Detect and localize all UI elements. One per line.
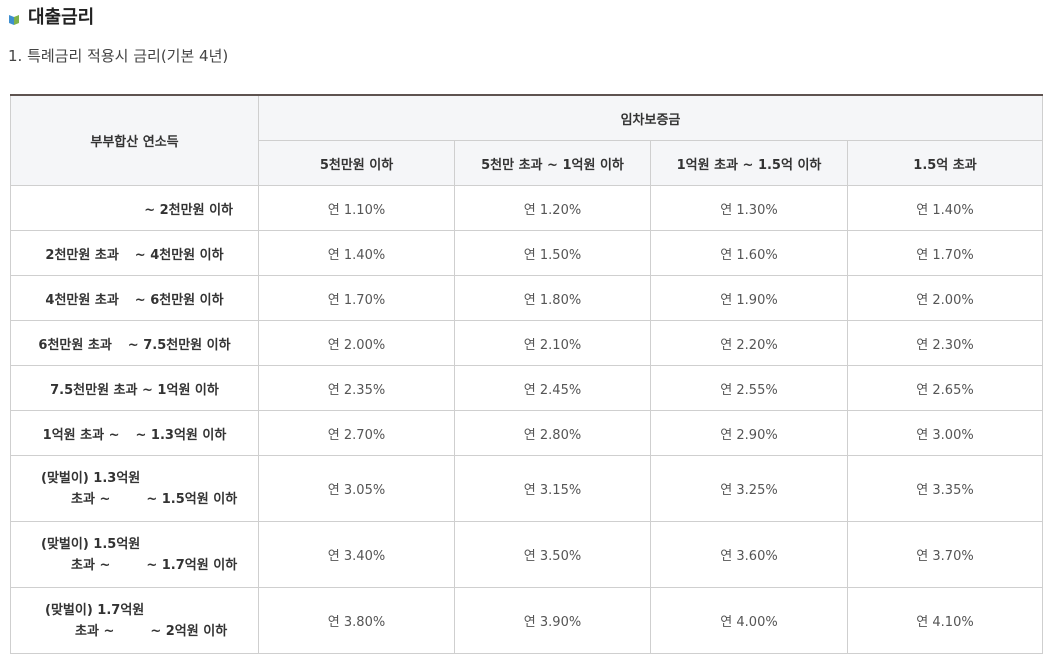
rate-cell: 연 3.05% [258, 455, 455, 522]
income-upper: ~ 6천만원 이하 [134, 292, 224, 308]
page-title: 대출금리 [28, 7, 95, 28]
rate-cell: 연 3.35% [847, 455, 1043, 522]
table-row: (맞벌이) 1.3억원 초과 ~ ~ 1.5억원 이하 연 3.05% 연 3.1… [10, 455, 1043, 522]
income-lower: 1억원 초과 ~ [42, 427, 120, 443]
rate-cell: 연 3.60% [650, 521, 848, 588]
rate-cell: 연 1.60% [650, 230, 848, 276]
table-row: (맞벌이) 1.5억원 초과 ~ ~ 1.7억원 이하 연 3.40% 연 3.5… [10, 521, 1043, 588]
rate-cell: 연 4.00% [650, 587, 848, 654]
table-row: 6천만원 초과 ~ 7.5천만원 이하 연 2.00% 연 2.10% 연 2.2… [10, 320, 1043, 366]
income-lower: 7.5천만원 초과 [50, 382, 138, 398]
column-header: 1.5억 초과 [847, 140, 1043, 186]
column-header: 5천만 초과 ~ 1억원 이하 [454, 140, 651, 186]
income-over: 초과 ~ [71, 557, 111, 573]
income-cell: (맞벌이) 1.3억원 초과 ~ ~ 1.5억원 이하 [10, 455, 259, 522]
table-row: ~ 2천만원 이하 연 1.10% 연 1.20% 연 1.30% 연 1.40… [10, 185, 1043, 231]
rate-cell: 연 2.55% [650, 365, 848, 411]
rate-cell: 연 3.80% [258, 587, 455, 654]
income-lower: (맞벌이) 1.5억원 [41, 536, 141, 552]
income-cell: 2천만원 초과 ~ 4천만원 이하 [10, 230, 259, 276]
section-heading: 대출금리 [8, 3, 94, 29]
income-header: 부부합산 연소득 [10, 94, 259, 186]
rate-cell: 연 2.65% [847, 365, 1043, 411]
rate-cell: 연 2.45% [454, 365, 651, 411]
rate-cell: 연 2.30% [847, 320, 1043, 366]
income-cell: 7.5천만원 초과 ~ 1억원 이하 [10, 365, 259, 411]
rate-cell: 연 1.10% [258, 185, 455, 231]
table-row: (맞벌이) 1.7억원 초과 ~ ~ 2억원 이하 연 3.80% 연 3.90%… [10, 587, 1043, 654]
income-upper: ~ 1.5억원 이하 [146, 491, 238, 507]
rate-cell: 연 2.90% [650, 410, 848, 456]
table-row: 4천만원 초과 ~ 6천만원 이하 연 1.70% 연 1.80% 연 1.90%… [10, 275, 1043, 321]
rate-cell: 연 2.80% [454, 410, 651, 456]
income-lower: (맞벌이) 1.7억원 [45, 602, 145, 618]
header-row: 부부합산 연소득 임차보증금 [10, 94, 1043, 186]
rate-cell: 연 3.25% [650, 455, 848, 522]
rate-cell: 연 3.15% [454, 455, 651, 522]
income-cell: 6천만원 초과 ~ 7.5천만원 이하 [10, 320, 259, 366]
income-lower: 6천만원 초과 [38, 337, 112, 353]
income-range: ~ 2천만원 이하 [144, 202, 233, 218]
income-upper: ~ 1.3억원 이하 [135, 427, 227, 443]
rate-cell: 연 1.80% [454, 275, 651, 321]
rate-cell: 연 1.50% [454, 230, 651, 276]
income-over: 초과 ~ [71, 491, 111, 507]
rate-cell: 연 2.10% [454, 320, 651, 366]
rate-cell: 연 1.30% [650, 185, 848, 231]
rate-cell: 연 3.50% [454, 521, 651, 588]
rate-table: 부부합산 연소득 임차보증금 5천만원 이하 5천만 초과 ~ 1억원 이하 1… [10, 94, 1043, 654]
rate-cell: 연 1.70% [847, 230, 1043, 276]
income-cell: 4천만원 초과 ~ 6천만원 이하 [10, 275, 259, 321]
rate-cell: 연 1.70% [258, 275, 455, 321]
income-cell: ~ 2천만원 이하 [10, 185, 259, 231]
income-cell: (맞벌이) 1.7억원 초과 ~ ~ 2억원 이하 [10, 587, 259, 654]
income-lower: 2천만원 초과 [45, 247, 119, 263]
rate-cell: 연 2.00% [258, 320, 455, 366]
column-header: 5천만원 이하 [258, 140, 455, 186]
income-upper: ~ 4천만원 이하 [134, 247, 224, 263]
income-upper: ~ 7.5천만원 이하 [127, 337, 231, 353]
rate-cell: 연 1.40% [258, 230, 455, 276]
income-over: 초과 ~ [75, 623, 115, 639]
column-header: 1억원 초과 ~ 1.5억 이하 [650, 140, 848, 186]
subheading: 1. 특례금리 적용시 금리(기본 4년) [8, 47, 229, 65]
rate-cell: 연 1.20% [454, 185, 651, 231]
rate-cell: 연 3.70% [847, 521, 1043, 588]
rate-cell: 연 3.40% [258, 521, 455, 588]
income-upper: ~ 2억원 이하 [150, 623, 228, 639]
book-icon [8, 10, 20, 25]
table-row: 7.5천만원 초과 ~ 1억원 이하 연 2.35% 연 2.45% 연 2.5… [10, 365, 1043, 411]
income-lower: 4천만원 초과 [45, 292, 119, 308]
income-lower: (맞벌이) 1.3억원 [41, 470, 141, 486]
rate-cell: 연 3.90% [454, 587, 651, 654]
income-cell: 1억원 초과 ~ ~ 1.3억원 이하 [10, 410, 259, 456]
table-row: 2천만원 초과 ~ 4천만원 이하 연 1.40% 연 1.50% 연 1.60%… [10, 230, 1043, 276]
table-row: 1억원 초과 ~ ~ 1.3억원 이하 연 2.70% 연 2.80% 연 2.9… [10, 410, 1043, 456]
income-upper: ~ 1억원 이하 [142, 382, 219, 398]
rate-cell: 연 2.70% [258, 410, 455, 456]
deposit-group-header: 임차보증금 [258, 94, 1043, 141]
rate-cell: 연 3.00% [847, 410, 1043, 456]
income-cell: (맞벌이) 1.5억원 초과 ~ ~ 1.7억원 이하 [10, 521, 259, 588]
income-upper: ~ 1.7억원 이하 [146, 557, 238, 573]
rate-cell: 연 2.35% [258, 365, 455, 411]
rate-cell: 연 4.10% [847, 587, 1043, 654]
rate-cell: 연 2.00% [847, 275, 1043, 321]
rate-cell: 연 2.20% [650, 320, 848, 366]
rate-cell: 연 1.40% [847, 185, 1043, 231]
rate-cell: 연 1.90% [650, 275, 848, 321]
